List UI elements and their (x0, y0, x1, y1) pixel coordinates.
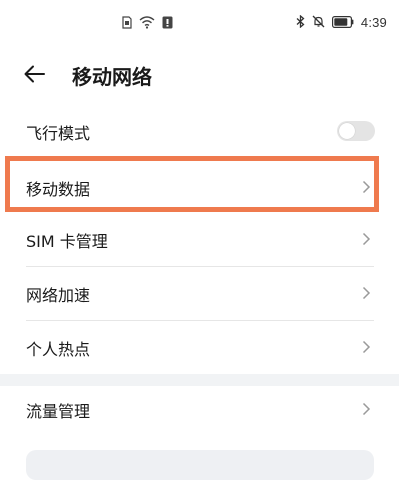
chevron-right-icon (362, 180, 371, 194)
arrow-left-icon (24, 65, 45, 83)
mobile-data-row[interactable]: 移动数据 (0, 160, 399, 214)
back-button[interactable] (22, 62, 48, 86)
chevron-right-icon (362, 402, 371, 416)
wifi-icon (139, 14, 155, 33)
page-title: 移动网络 (72, 65, 152, 89)
chevron-right-icon (362, 340, 371, 354)
sim-management-label: SIM 卡管理 (26, 232, 108, 251)
status-right-icons: 4:39 (296, 13, 387, 32)
airplane-mode-row[interactable]: 飞行模式 (0, 104, 399, 158)
notification-icon (162, 14, 173, 33)
status-time: 4:39 (360, 15, 387, 30)
bluetooth-icon (296, 13, 305, 32)
data-management-row[interactable]: 流量管理 (0, 382, 399, 436)
toggle-knob (339, 123, 355, 139)
hotspot-row[interactable]: 个人热点 (0, 320, 399, 374)
sim-icon (122, 14, 132, 33)
status-left-icons (122, 14, 173, 33)
hotspot-label: 个人热点 (26, 340, 91, 359)
status-bar: 4:39 (0, 0, 399, 44)
airplane-mode-toggle[interactable] (337, 121, 375, 141)
mobile-data-label: 移动数据 (26, 180, 91, 199)
mute-icon (312, 13, 325, 32)
chevron-right-icon (362, 232, 371, 246)
network-boost-row[interactable]: 网络加速 (0, 266, 399, 320)
app-header: 移动网络 (0, 52, 399, 96)
data-management-label: 流量管理 (26, 402, 91, 421)
chevron-right-icon (362, 286, 371, 300)
bottom-card (26, 450, 374, 480)
airplane-mode-label: 飞行模式 (26, 124, 91, 143)
battery-icon (331, 13, 354, 32)
sim-management-row[interactable]: SIM 卡管理 (0, 212, 399, 266)
network-boost-label: 网络加速 (26, 286, 91, 305)
